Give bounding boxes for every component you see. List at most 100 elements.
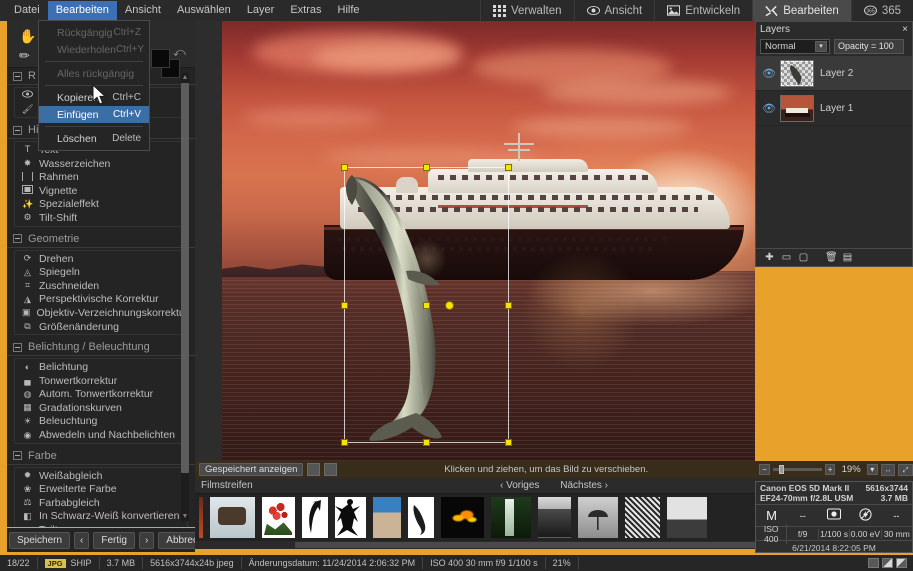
close-icon[interactable]: × bbox=[902, 24, 908, 35]
section-farbe-header[interactable]: Farbe bbox=[7, 448, 195, 465]
duplicate-layer-icon[interactable]: ▭ bbox=[781, 252, 792, 263]
histogram-icon[interactable] bbox=[324, 463, 338, 476]
menu-bearbeiten[interactable]: Bearbeiten bbox=[47, 1, 117, 20]
tab-verwalten[interactable]: Verwalten bbox=[479, 0, 574, 21]
list-item[interactable] bbox=[491, 497, 531, 538]
edit-menu-dropdown[interactable]: Rückgängig Ctrl+Z Wiederholen Ctrl+Y All… bbox=[38, 20, 150, 151]
show-saved-button[interactable]: Gespeichert anzeigen bbox=[199, 463, 304, 476]
item-belichtung[interactable]: ◐ Belichtung bbox=[15, 360, 187, 374]
eye-icon[interactable]: 👁 bbox=[762, 67, 776, 80]
menu-auswaehlen[interactable]: Auswählen bbox=[169, 1, 239, 20]
handle-bottom-right[interactable] bbox=[505, 439, 512, 446]
filmstrip-next[interactable]: Nächstes › bbox=[560, 480, 608, 491]
item-vignette[interactable]: Vignette bbox=[15, 184, 187, 198]
item-groessenaenderung[interactable]: ⧉ Größenänderung bbox=[15, 320, 187, 334]
chevron-down-icon[interactable]: ▾ bbox=[815, 40, 827, 52]
menu-item-kopieren[interactable]: Kopieren Ctrl+C bbox=[39, 89, 149, 106]
merge-layer-icon[interactable]: ▤ bbox=[842, 252, 853, 263]
section-geometrie-header[interactable]: Geometrie bbox=[7, 231, 195, 248]
delete-layer-icon[interactable]: 🗑 bbox=[825, 252, 838, 263]
save-button[interactable]: Speichern bbox=[9, 531, 71, 549]
layer-row-1[interactable]: 👁 Layer 1 bbox=[756, 91, 912, 126]
tab-365[interactable]: 365 365 bbox=[850, 0, 913, 21]
menu-item-alles-rueckgaengig[interactable]: Alles rückgängig bbox=[39, 65, 149, 82]
item-spezialeffekt[interactable]: ✨ Spezialeffekt bbox=[15, 198, 187, 212]
list-item[interactable] bbox=[441, 497, 484, 538]
layer-row-2[interactable]: 👁 Layer 2 bbox=[756, 56, 912, 91]
item-tilt-shift[interactable]: ⚙ Tilt-Shift bbox=[15, 211, 187, 225]
compare-view-icon[interactable] bbox=[307, 463, 321, 476]
zoom-slider[interactable] bbox=[772, 465, 822, 474]
prev-button[interactable]: ‹ bbox=[74, 531, 90, 549]
item-beleuchtung[interactable]: ☀ Beleuchtung bbox=[15, 415, 187, 429]
list-item[interactable] bbox=[262, 497, 295, 538]
item-erweiterte-farbe[interactable]: ❀ Erweiterte Farbe bbox=[15, 482, 187, 496]
menu-ansicht[interactable]: Ansicht bbox=[117, 1, 169, 20]
list-item[interactable] bbox=[373, 497, 401, 538]
item-abwedeln[interactable]: ◉ Abwedeln und Nachbelichten bbox=[15, 428, 187, 442]
brush-tool-icon[interactable]: ✏ bbox=[19, 49, 30, 62]
collapse-icon[interactable] bbox=[13, 234, 22, 244]
zoom-in-icon[interactable]: + bbox=[824, 464, 836, 475]
item-schwarz-weiss[interactable]: ◧ In Schwarz-Weiß konvertieren bbox=[15, 510, 187, 524]
menu-item-loeschen[interactable]: Löschen Delete bbox=[39, 130, 149, 147]
left-panel-scrollbar[interactable]: ▲ ▼ bbox=[181, 73, 189, 521]
item-autom-tonwertkorrektur[interactable]: ◍ Autom. Tonwertkorrektur bbox=[15, 388, 187, 402]
menu-extras[interactable]: Extras bbox=[282, 1, 329, 20]
blend-mode-select[interactable]: Normal ▾ bbox=[760, 38, 830, 54]
item-drehen[interactable]: ⟳ Drehen bbox=[15, 252, 187, 266]
list-item[interactable] bbox=[625, 497, 660, 538]
collapse-icon[interactable] bbox=[13, 125, 22, 135]
menu-item-einfuegen[interactable]: Einfügen Ctrl+V bbox=[39, 106, 149, 123]
mask-layer-icon[interactable]: ▢ bbox=[798, 252, 809, 263]
handle-bottom-left[interactable] bbox=[341, 439, 348, 446]
done-button[interactable]: Fertig bbox=[93, 531, 135, 549]
scroll-up-icon[interactable]: ▲ bbox=[181, 73, 189, 82]
tab-ansicht[interactable]: Ansicht bbox=[573, 0, 655, 21]
handle-rotate[interactable] bbox=[445, 301, 454, 310]
status-view-icon-2[interactable] bbox=[882, 558, 893, 568]
list-item[interactable] bbox=[199, 497, 203, 538]
collapse-icon[interactable] bbox=[13, 71, 22, 81]
opacity-field[interactable]: Opacity = 100 bbox=[834, 38, 904, 54]
scrollbar-thumb[interactable] bbox=[181, 83, 189, 473]
eye-icon[interactable]: 👁 bbox=[762, 102, 776, 115]
menu-item-wiederholen[interactable]: Wiederholen Ctrl+Y bbox=[39, 41, 149, 58]
zoom-dropdown-icon[interactable]: ▾ bbox=[866, 464, 878, 475]
section-belichtung-header[interactable]: Belichtung / Beleuchtung bbox=[7, 339, 195, 357]
handle-top-left[interactable] bbox=[341, 164, 348, 171]
handle-top-right[interactable] bbox=[505, 164, 512, 171]
image-canvas[interactable] bbox=[195, 21, 755, 461]
swap-colors-icon[interactable]: ⤺ bbox=[173, 45, 186, 60]
item-zuschneiden[interactable]: ⌗ Zuschneiden bbox=[15, 279, 187, 293]
menu-datei[interactable]: Datei bbox=[6, 1, 48, 20]
item-perspektivische-korrektur[interactable]: ◮ Perspektivische Korrektur bbox=[15, 293, 187, 307]
collapse-icon[interactable] bbox=[13, 451, 22, 461]
tab-bearbeiten[interactable]: Bearbeiten bbox=[752, 0, 851, 21]
filmstrip-prev[interactable]: ‹ Voriges bbox=[500, 480, 539, 491]
status-view-icon-1[interactable] bbox=[868, 558, 879, 568]
list-item[interactable] bbox=[408, 497, 434, 538]
item-teiltonung[interactable]: ▩ Teiltonung bbox=[15, 523, 187, 527]
collapse-icon[interactable] bbox=[13, 342, 22, 352]
item-weissabgleich[interactable]: ✹ Weißabgleich bbox=[15, 469, 187, 483]
add-layer-icon[interactable]: ✚ bbox=[764, 252, 775, 263]
fit-page-icon[interactable]: ⤢ bbox=[898, 463, 913, 476]
tab-entwickeln[interactable]: Entwickeln bbox=[654, 0, 753, 21]
fit-width-icon[interactable]: ↔ bbox=[880, 463, 896, 476]
list-item[interactable] bbox=[578, 497, 618, 538]
foreground-color-swatch[interactable] bbox=[151, 49, 170, 68]
item-rahmen[interactable]: Rahmen bbox=[15, 170, 187, 184]
status-view-icon-3[interactable] bbox=[896, 558, 907, 568]
item-wasserzeichen[interactable]: ✸ Wasserzeichen bbox=[15, 157, 187, 171]
transform-selection-box[interactable] bbox=[341, 164, 512, 446]
list-item[interactable] bbox=[335, 497, 366, 538]
list-item[interactable] bbox=[210, 497, 255, 538]
scrollbar-thumb[interactable] bbox=[295, 542, 795, 548]
zoom-out-icon[interactable]: − bbox=[759, 464, 770, 475]
item-tonwertkorrektur[interactable]: ▄ Tonwertkorrektur bbox=[15, 374, 187, 388]
handle-middle-left[interactable] bbox=[341, 302, 348, 309]
handle-center[interactable] bbox=[423, 302, 430, 309]
list-item[interactable] bbox=[667, 497, 707, 538]
item-farbabgleich[interactable]: ⚖ Farbabgleich bbox=[15, 496, 187, 510]
